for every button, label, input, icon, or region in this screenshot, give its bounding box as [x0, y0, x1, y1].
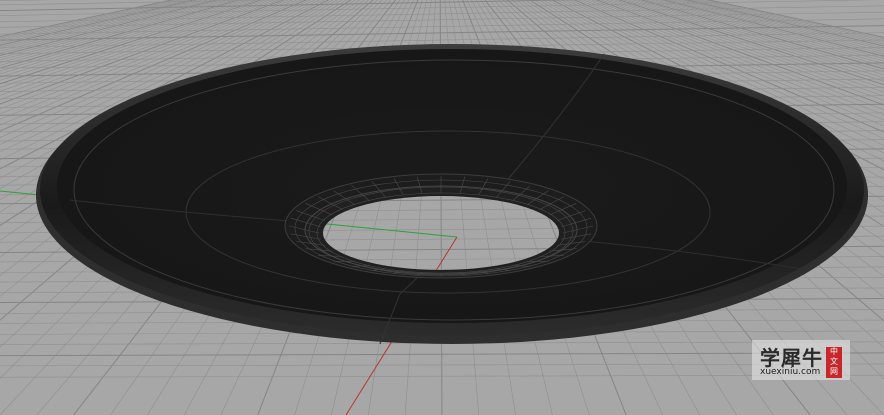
hole-collar-inner: [304, 185, 578, 275]
watermark-seal-char: 中: [830, 347, 838, 356]
watermark-seal-char: 文: [830, 357, 838, 366]
ring-disc-model[interactable]: [36, 44, 868, 345]
watermark-seal: 中 文 网: [826, 347, 842, 378]
grid-line: [0, 0, 53, 2]
3d-viewport[interactable]: 学犀牛 xuexiniu.com 中 文 网: [0, 0, 884, 415]
watermark-logo: 学犀牛 xuexiniu.com 中 文 网: [752, 340, 850, 380]
watermark-seal-char: 网: [830, 367, 838, 376]
watermark-url: xuexiniu.com: [760, 367, 821, 377]
